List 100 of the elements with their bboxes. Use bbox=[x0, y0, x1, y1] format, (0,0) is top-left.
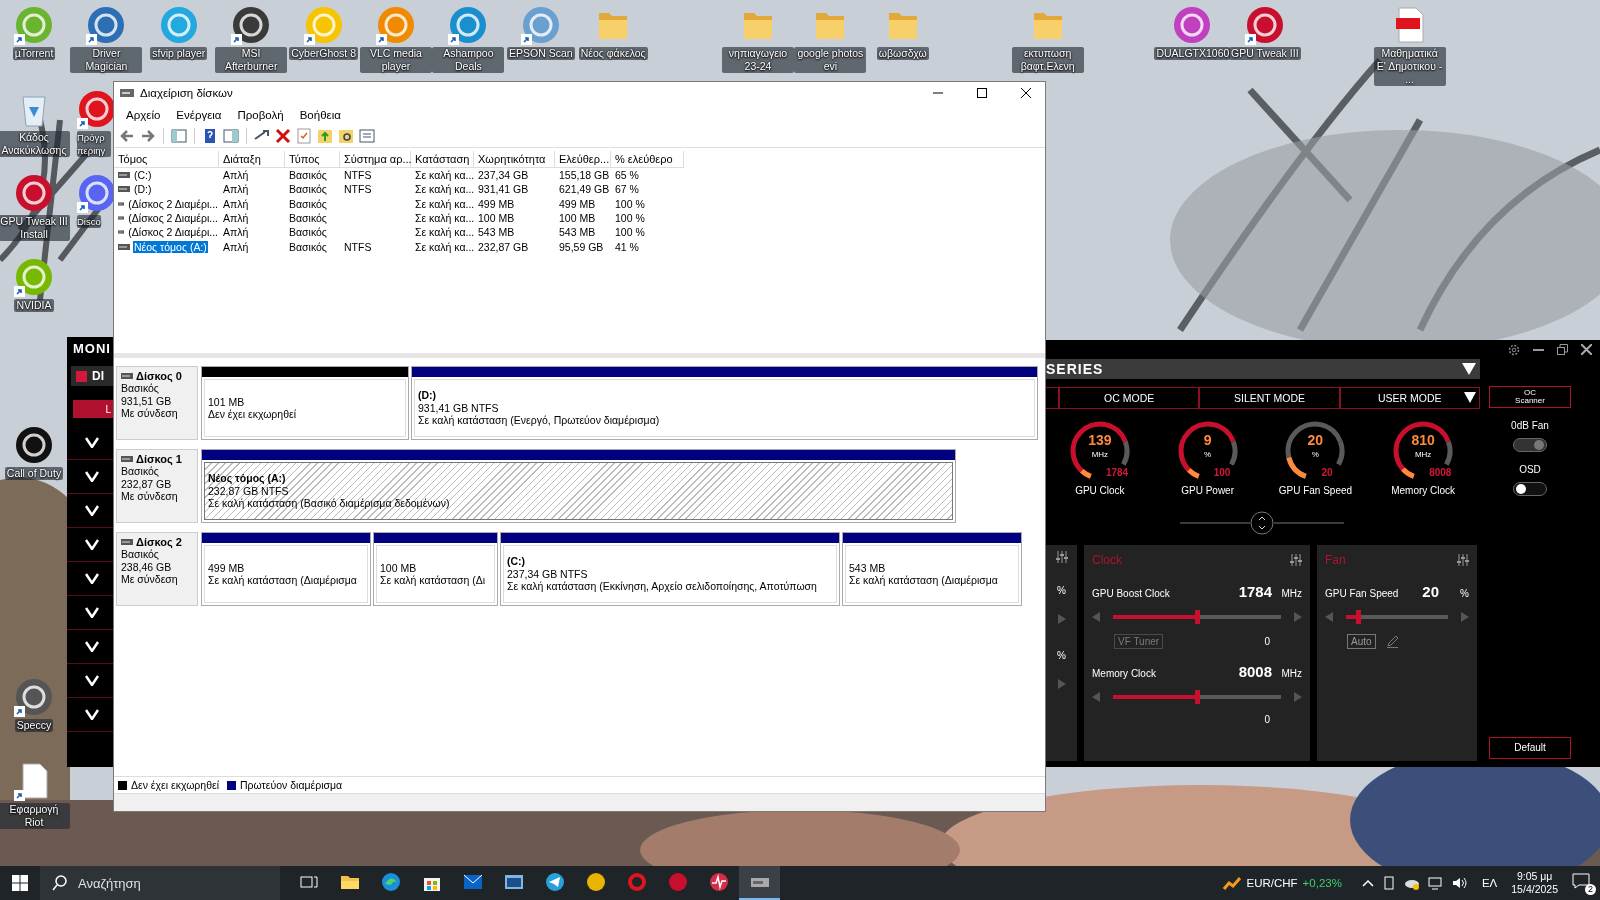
icon-label[interactable]: Μαθηματικά Ε' Δημοτικου - ... bbox=[1373, 47, 1446, 86]
menu-item[interactable]: Αρχείο bbox=[118, 108, 169, 121]
currency-chart-icon[interactable] bbox=[1223, 875, 1242, 891]
chevron-down-icon[interactable] bbox=[85, 437, 99, 448]
column-header[interactable]: Χωρητικότητα bbox=[474, 151, 555, 168]
icon-label[interactable]: Κάδος Ανακύκλωσης bbox=[0, 131, 70, 157]
sliders-icon[interactable] bbox=[1290, 554, 1302, 566]
mode-tab[interactable]: OC MODE bbox=[1059, 387, 1200, 409]
unit-label: % bbox=[1459, 588, 1469, 599]
menu-item[interactable]: Βοήθεια bbox=[291, 108, 349, 121]
partition-block[interactable]: (C:) 237,34 GB NTFS Σε καλή κατάσταση (Εκκίνηση, Αρχείο σελιδοποίησης, Αποτύπωση bbox=[503, 545, 837, 603]
slider-thumb[interactable] bbox=[1195, 690, 1200, 704]
volume-name[interactable]: (Δίσκος 2 Διαμέρι... bbox=[127, 226, 219, 239]
icon-label[interactable]: Εφαρμογή Riot bbox=[0, 803, 70, 829]
column-header[interactable]: Τύπος bbox=[285, 151, 340, 168]
auto-button[interactable]: Auto bbox=[1347, 634, 1376, 649]
partition-size: 100 MB bbox=[380, 561, 418, 574]
column-header[interactable]: % ελεύθερο bbox=[611, 151, 684, 168]
chevron-down-icon[interactable] bbox=[85, 675, 99, 686]
icon-label[interactable]: GPU Tweak III bbox=[1229, 47, 1301, 60]
column-header[interactable]: Τόμος bbox=[114, 151, 219, 168]
chevron-up-icon[interactable] bbox=[1361, 879, 1374, 887]
series-bar[interactable]: SERIES bbox=[1046, 359, 1480, 379]
disk-label-panel[interactable]: Δίσκος 1 Βασικός 232,87 GB Με σύνδεση bbox=[116, 449, 198, 523]
mode-tab[interactable]: USER MODE bbox=[1339, 387, 1480, 409]
table-cell-text: Βασικός bbox=[288, 197, 328, 210]
device-tab[interactable]: DI bbox=[71, 366, 113, 386]
folder-up-icon[interactable] bbox=[316, 127, 334, 145]
collapse-handle-icon[interactable] bbox=[1179, 511, 1344, 535]
checklist-icon[interactable] bbox=[295, 127, 313, 145]
chevron-down-icon[interactable] bbox=[85, 641, 99, 652]
chevron-down-icon[interactable] bbox=[85, 471, 99, 482]
icon-label[interactable]: Ashampoo Deals bbox=[432, 47, 505, 73]
default-button[interactable]: Default bbox=[1489, 737, 1571, 759]
device-icon[interactable] bbox=[1381, 876, 1396, 890]
language-indicator[interactable]: ΕΛ bbox=[1481, 877, 1498, 889]
vf-tuner-button[interactable]: VF Tuner bbox=[1114, 634, 1164, 649]
partition-block[interactable]: (D:) 931,41 GB NTFS Σε καλή κατάσταση (Ενεργό, Πρωτεύον διαμέρισμα) bbox=[414, 379, 1035, 437]
sliders-icon[interactable] bbox=[1457, 554, 1469, 566]
partition-block[interactable]: 101 MB Δεν έχει εκχωρηθεί bbox=[204, 379, 406, 437]
folder-search-icon[interactable] bbox=[337, 127, 355, 145]
toggle-switch[interactable] bbox=[1513, 482, 1547, 496]
partition-block[interactable]: 100 MB Σε καλή κατάσταση (Δι bbox=[376, 545, 495, 603]
icon-label[interactable]: Driver Magician bbox=[70, 47, 143, 73]
mode-tab[interactable]: SILENT MODE bbox=[1199, 387, 1340, 409]
partition-block[interactable]: 543 MB Σε καλή κατάσταση (Διαμέρισμα bbox=[845, 545, 1019, 603]
drive-icon bbox=[121, 539, 133, 545]
slider-thumb[interactable] bbox=[1356, 610, 1362, 624]
column-header[interactable]: Κατάσταση bbox=[411, 151, 474, 168]
menu-item[interactable]: Ενέργεια bbox=[168, 108, 230, 121]
oc-scanner-button[interactable]: OC Scanner bbox=[1489, 386, 1571, 408]
icon-label[interactable]: GPU Tweak III Install bbox=[0, 215, 70, 241]
icon-label[interactable]: MSI Afterburner bbox=[215, 47, 288, 73]
sliders-icon[interactable] bbox=[1055, 551, 1068, 563]
disk-label-panel[interactable]: Δίσκος 0 Βασικός 931,51 GB Με σύνδεση bbox=[116, 366, 198, 440]
search-field[interactable]: Αναζήτηση bbox=[40, 866, 280, 900]
slider-track[interactable] bbox=[1343, 610, 1451, 624]
chevron-down-icon[interactable] bbox=[85, 607, 99, 618]
restore-icon[interactable] bbox=[1557, 344, 1568, 355]
speaker-icon[interactable] bbox=[1451, 876, 1468, 890]
icon-label[interactable]: νηπιαγωγειο 23-24 bbox=[722, 47, 794, 73]
clock[interactable]: 9:05 μμ 15/4/2025 bbox=[1511, 870, 1558, 896]
volume-name[interactable]: (Δίσκος 2 Διαμέρι... bbox=[127, 197, 219, 210]
slider-thumb[interactable] bbox=[1195, 610, 1200, 624]
delete-icon[interactable] bbox=[274, 127, 292, 145]
chevron-down-icon[interactable] bbox=[85, 573, 99, 584]
chevron-down-icon[interactable] bbox=[85, 505, 99, 516]
icon-label[interactable]: ωβωσδχω bbox=[876, 47, 929, 60]
volume-name[interactable]: Νέος τόμος (A:) bbox=[133, 240, 208, 253]
icon-label[interactable]: NVIDIA bbox=[14, 299, 54, 312]
icon-label[interactable]: sfvip player bbox=[150, 47, 208, 60]
icon-label[interactable]: VLC media player bbox=[360, 47, 432, 73]
slider-track[interactable] bbox=[1110, 610, 1284, 624]
icon-label[interactable]: google photos evi bbox=[794, 47, 867, 73]
column-header[interactable]: Σύστημα αρ... bbox=[340, 151, 411, 168]
unit-label: % bbox=[1057, 585, 1066, 596]
column-header[interactable]: Διάταξη bbox=[219, 151, 285, 168]
pencil-icon[interactable] bbox=[1385, 635, 1399, 648]
menu-item[interactable]: Προβολή bbox=[229, 108, 292, 121]
volume-name[interactable]: (Δίσκος 2 Διαμέρι... bbox=[127, 212, 219, 225]
partition-block[interactable]: Νέος τόμος (A:) 232,87 GB NTFS Σε καλή κατάσταση (Βασικό διαμέρισμα δεδομένων) bbox=[204, 462, 953, 520]
icon-label[interactable]: Πρόγρ περιηγ bbox=[77, 131, 111, 157]
volume-name[interactable]: (C:) bbox=[133, 169, 153, 182]
dropdown-icon[interactable] bbox=[1462, 363, 1476, 375]
icon-label[interactable]: εκτυπωση βαφτ.Ελενη bbox=[1011, 47, 1084, 73]
notifications-button[interactable]: 2 bbox=[1572, 873, 1594, 893]
slider-track[interactable] bbox=[1110, 690, 1284, 704]
drive-icon bbox=[118, 200, 125, 207]
dropdown-icon[interactable] bbox=[1464, 392, 1476, 403]
chevron-down-icon[interactable] bbox=[85, 709, 99, 720]
network-icon[interactable] bbox=[1427, 876, 1444, 890]
close-icon[interactable] bbox=[1581, 344, 1592, 355]
partition-block[interactable]: 499 MB Σε καλή κατάσταση (Διαμέρισμα bbox=[204, 545, 368, 603]
chevron-down-icon[interactable] bbox=[85, 539, 99, 550]
settings-icon[interactable] bbox=[1508, 343, 1520, 356]
volume-name[interactable]: (D:) bbox=[133, 183, 153, 196]
column-header[interactable]: Ελεύθερ... bbox=[555, 151, 611, 168]
disk-label-panel[interactable]: Δίσκος 2 Βασικός 238,46 GB Με σύνδεση bbox=[116, 532, 198, 606]
panel-button[interactable]: L bbox=[73, 400, 113, 418]
table-cell-text: 100 % bbox=[614, 197, 646, 210]
